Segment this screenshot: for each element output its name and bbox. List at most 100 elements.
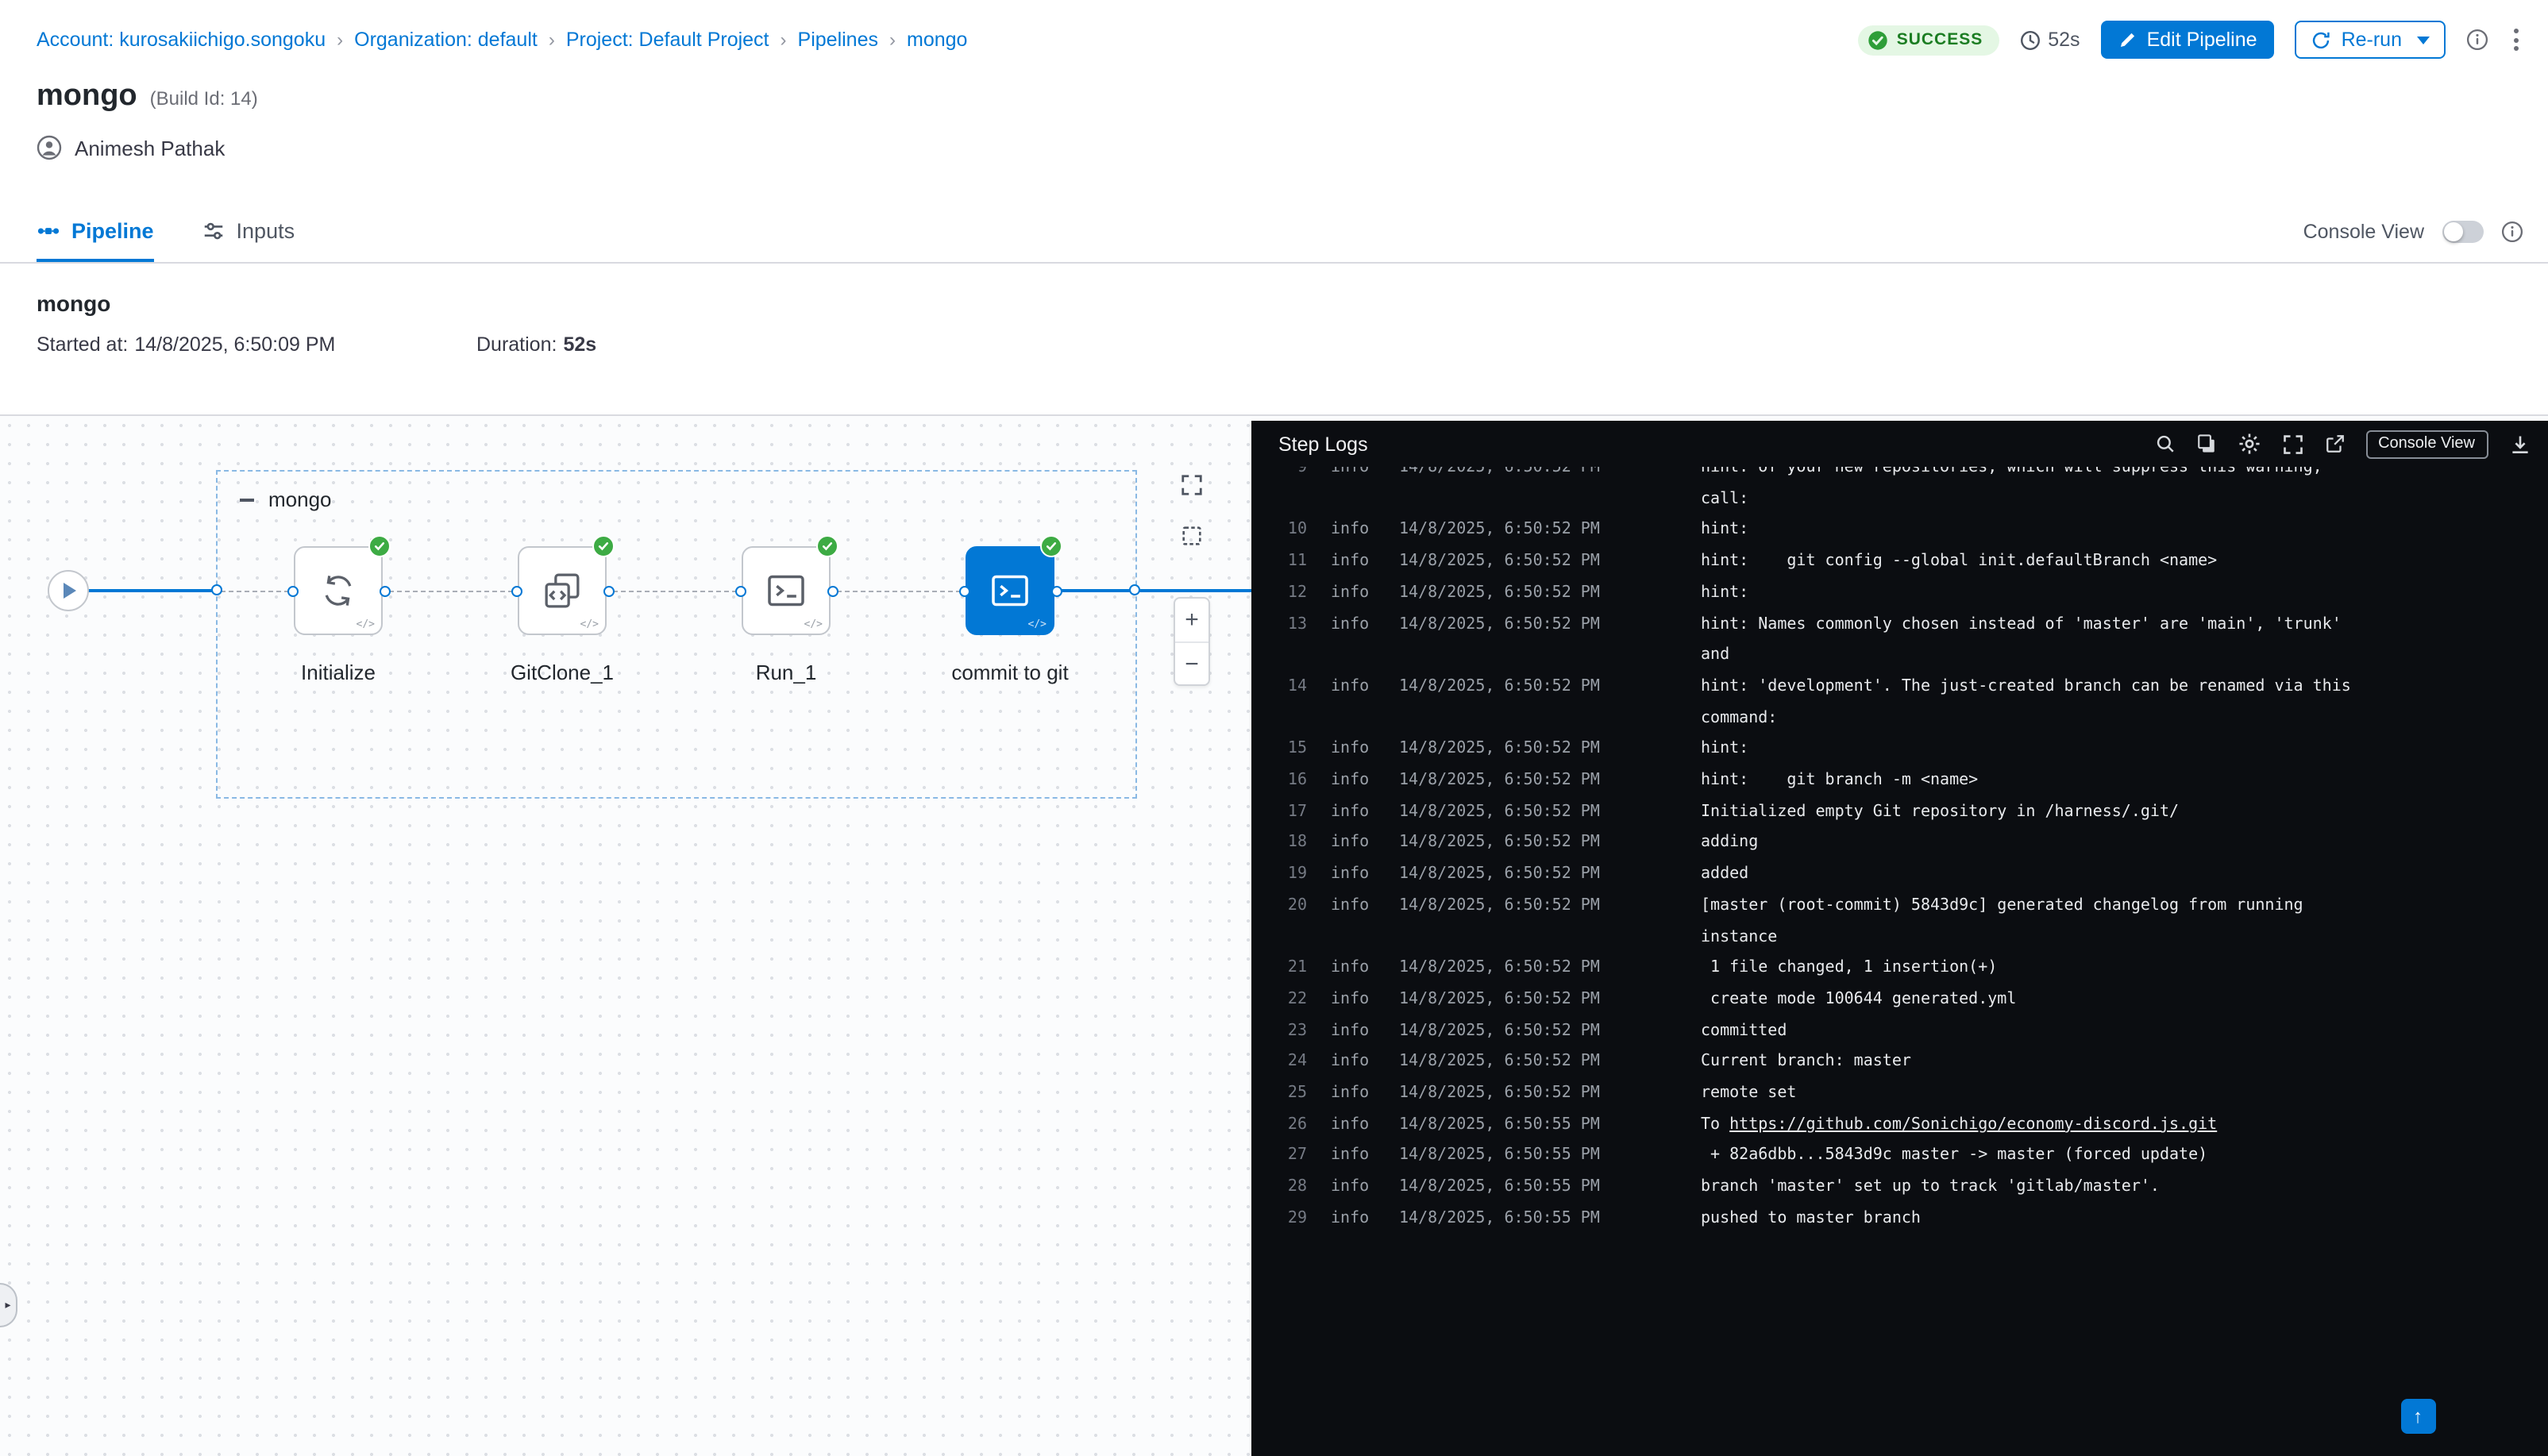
marquee-select-icon[interactable]: [1174, 518, 1209, 553]
log-lvl: info: [1331, 796, 1399, 827]
log-ts: 14/8/2025, 6:50:55 PM: [1399, 1110, 1701, 1141]
chevron-down-icon: [2416, 36, 2429, 44]
log-ts: 14/8/2025, 6:50:52 PM: [1399, 953, 1701, 984]
log-ln: 22: [1251, 984, 1307, 1015]
log-ts: [1399, 703, 1701, 734]
step-label: GitClone_1: [467, 661, 657, 684]
step-port-right: [603, 585, 614, 596]
log-ts: 14/8/2025, 6:50:52 PM: [1399, 859, 1701, 890]
breadcrumb-item[interactable]: Organization: default: [354, 29, 538, 51]
canvas-controls: + −: [1174, 467, 1210, 686]
log-ln: 17: [1251, 796, 1307, 827]
breadcrumb-separator: ›: [549, 29, 555, 51]
log-msg: create mode 100644 generated.yml: [1701, 984, 2016, 1015]
edge-start-stage: [86, 589, 213, 592]
log-lvl: info: [1331, 609, 1399, 640]
stage-label: mongo: [268, 487, 332, 511]
log-ts: 14/8/2025, 6:50:52 PM: [1399, 1078, 1701, 1109]
log-ts: 14/8/2025, 6:50:52 PM: [1399, 467, 1701, 483]
log-msg: 1 file changed, 1 insertion(+): [1701, 953, 1997, 984]
log-msg: Current branch: master: [1701, 1047, 1911, 1078]
info-icon[interactable]: [2465, 29, 2488, 51]
breadcrumb-item[interactable]: Pipelines: [798, 29, 878, 51]
log-ln: [1251, 703, 1307, 734]
clock-icon: [2019, 29, 2040, 50]
log-row: 9info14/8/2025, 6:50:52 PMhint: of your …: [1251, 467, 2548, 483]
log-ln: 23: [1251, 1015, 1307, 1046]
log-row: 27info14/8/2025, 6:50:55 PM + 82a6dbb...…: [1251, 1141, 2548, 1172]
initialize-step-icon[interactable]: </>: [294, 546, 383, 635]
stage-out-port: [1128, 584, 1139, 595]
kebab-menu-icon[interactable]: [2508, 24, 2523, 56]
breadcrumb-item[interactable]: Project: Default Project: [566, 29, 769, 51]
log-msg: [master (root-commit) 5843d9c] generated…: [1701, 891, 2303, 922]
tab-bar-right: Console View: [2303, 203, 2523, 261]
zoom-in-button[interactable]: +: [1175, 599, 1208, 641]
log-toolbar: Console View: [2154, 429, 2531, 458]
settings-gear-icon[interactable]: [2237, 432, 2261, 456]
log-row: 15info14/8/2025, 6:50:52 PMhint:: [1251, 734, 2548, 765]
download-icon[interactable]: [2508, 433, 2531, 455]
collapse-minus-icon[interactable]: [240, 498, 254, 501]
log-ln: 25: [1251, 1078, 1307, 1109]
log-row: 17info14/8/2025, 6:50:52 PMInitialized e…: [1251, 796, 2548, 827]
code-mark: </>: [357, 618, 376, 630]
started-at: Started at: 14/8/2025, 6:50:09 PM: [37, 333, 476, 355]
log-lvl: info: [1331, 765, 1399, 796]
rerun-button[interactable]: Re-run: [2296, 21, 2445, 59]
log-ln: 26: [1251, 1110, 1307, 1141]
external-link-icon[interactable]: [2324, 433, 2345, 454]
log-msg: hint:: [1701, 578, 1748, 609]
log-ts: 14/8/2025, 6:50:52 PM: [1399, 734, 1701, 765]
zoom-pill: + −: [1174, 597, 1210, 686]
log-msg: call:: [1701, 483, 1748, 514]
tab-inputs[interactable]: Inputs: [202, 203, 295, 261]
run-step-icon[interactable]: </>: [742, 546, 831, 635]
refresh-icon: [2311, 29, 2332, 50]
log-ln: [1251, 483, 1307, 514]
duration-text: 52s: [2048, 29, 2080, 51]
log-lvl: info: [1331, 984, 1399, 1015]
run-summary: mongo Started at: 14/8/2025, 6:50:09 PM …: [0, 263, 2548, 416]
page-header: Account: kurosakiichigo.songoku › Organiza…: [0, 0, 2548, 203]
log-ts: 14/8/2025, 6:50:52 PM: [1399, 984, 1701, 1015]
log-link[interactable]: https://github.com/Sonichigo/economy-dis…: [1729, 1116, 2217, 1134]
pipeline-canvas[interactable]: mongo </> Initialize: [0, 416, 2548, 1456]
scroll-to-top-button[interactable]: ↑: [2400, 1399, 2435, 1434]
gitclone-step-icon[interactable]: </>: [518, 546, 607, 635]
log-lvl: info: [1331, 578, 1399, 609]
console-view-button[interactable]: Console View: [2365, 429, 2488, 458]
info-icon[interactable]: [2500, 221, 2523, 244]
zoom-out-button[interactable]: −: [1175, 641, 1208, 684]
console-view-toggle[interactable]: [2442, 221, 2483, 244]
breadcrumb-item[interactable]: mongo: [907, 29, 967, 51]
search-icon[interactable]: [2154, 433, 2175, 454]
expand-panel-flap[interactable]: ▸: [0, 1283, 17, 1327]
fit-to-screen-icon[interactable]: [1174, 467, 1209, 502]
step-label: Run_1: [691, 661, 881, 684]
log-lvl: info: [1331, 891, 1399, 922]
copy-icon[interactable]: [2195, 433, 2216, 454]
status-badge: SUCCESS: [1859, 25, 1999, 55]
log-ln: 19: [1251, 859, 1307, 890]
log-ln: 20: [1251, 891, 1307, 922]
step-logs-panel: Step Logs: [1251, 421, 2548, 1456]
edit-pipeline-button[interactable]: Edit Pipeline: [2101, 21, 2275, 59]
pipeline-icon: [37, 219, 60, 243]
tab-pipeline[interactable]: Pipeline: [37, 203, 154, 261]
log-msg: committed: [1701, 1015, 1787, 1046]
pipeline-start-node[interactable]: [48, 570, 89, 611]
fullscreen-icon[interactable]: [2281, 433, 2303, 455]
breadcrumb-item[interactable]: Account: kurosakiichigo.songoku: [37, 29, 326, 51]
log-ts: 14/8/2025, 6:50:52 PM: [1399, 1015, 1701, 1046]
log-row: 12info14/8/2025, 6:50:52 PMhint:: [1251, 578, 2548, 609]
commit-step-icon[interactable]: </>: [966, 546, 1054, 635]
log-ln: 27: [1251, 1141, 1307, 1172]
log-msg: added: [1701, 859, 1748, 890]
log-title: Step Logs: [1278, 433, 1368, 455]
log-body[interactable]: 9info14/8/2025, 6:50:52 PMhint: of your …: [1251, 467, 2548, 1456]
log-msg: instance: [1701, 922, 1777, 953]
log-row: command:: [1251, 703, 2548, 734]
log-msg: branch 'master' set up to track 'gitlab/…: [1701, 1172, 2160, 1203]
log-lvl: [1331, 640, 1399, 671]
